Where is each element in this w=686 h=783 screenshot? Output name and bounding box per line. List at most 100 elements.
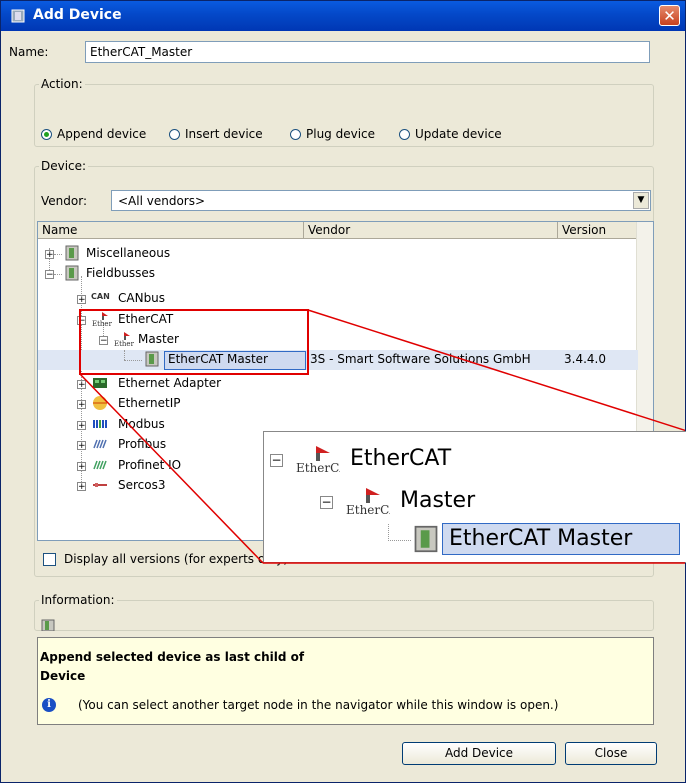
- device-icon: [65, 265, 79, 281]
- display-all-versions-checkbox[interactable]: [43, 552, 56, 566]
- tree-item-label: Master: [138, 332, 179, 346]
- tree-item-version: 3.4.4.0: [564, 352, 606, 366]
- device-icon: [414, 525, 438, 553]
- info-line1: Append selected device as last child of: [40, 650, 305, 664]
- expand-icon[interactable]: +: [77, 421, 86, 431]
- svg-text:EtherCAT: EtherCAT: [92, 320, 112, 327]
- chevron-down-icon[interactable]: ▼: [633, 192, 649, 209]
- zoom-callout: − EtherCAT EtherCAT − EtherCAT Master Et…: [263, 431, 686, 563]
- device-icon: [11, 9, 25, 23]
- expand-icon[interactable]: +: [77, 400, 86, 410]
- zoom-row-ethercat: − EtherCAT EtherCAT: [266, 444, 686, 474]
- tree-item-label: Profinet IO: [118, 458, 182, 472]
- tree-item-ethercat[interactable]: − EtherCAT EtherCAT: [38, 310, 638, 330]
- svg-text:EtherCAT: EtherCAT: [346, 503, 390, 516]
- tree-item-ethernetip[interactable]: + EthernetIP: [38, 394, 638, 414]
- tree-line: [54, 274, 62, 275]
- tree-item-label: Ethernet Adapter: [118, 376, 222, 390]
- radio-append-device[interactable]: Append device: [41, 127, 146, 141]
- ethercat-icon: EtherCAT: [346, 488, 390, 516]
- tree-item-label: EtherCAT Master: [168, 352, 268, 366]
- expand-icon[interactable]: +: [77, 295, 86, 305]
- column-header-version[interactable]: Version: [558, 222, 639, 239]
- name-field[interactable]: EtherCAT_Master: [85, 41, 650, 63]
- profibus-icon: [93, 439, 107, 449]
- tree-line: [388, 524, 411, 541]
- ethercat-icon: EtherCAT: [296, 446, 340, 474]
- svg-text:EtherCAT: EtherCAT: [296, 461, 340, 474]
- display-all-versions-label: Display all versions (for experts only): [64, 552, 288, 566]
- tree-item-label: Profibus: [118, 437, 167, 451]
- window-title: Add Device: [33, 7, 122, 23]
- radio-button[interactable]: [290, 128, 301, 140]
- ethernet-adapter-icon: [93, 378, 107, 388]
- vendor-dropdown[interactable]: <All vendors> ▼: [111, 190, 651, 211]
- tree-item-label: Sercos3: [118, 478, 166, 492]
- info-icon: i: [42, 698, 56, 712]
- collapse-icon: −: [270, 453, 283, 467]
- column-header-name[interactable]: Name: [38, 222, 304, 239]
- expand-icon[interactable]: +: [77, 380, 86, 390]
- tree-item-label: EtherCAT: [118, 312, 174, 326]
- info-hint: (You can select another target node in t…: [78, 698, 559, 712]
- radio-insert-device[interactable]: Insert device: [169, 127, 263, 141]
- sercos-icon: [93, 483, 107, 487]
- zoom-row-master: − EtherCAT Master: [316, 486, 686, 516]
- radio-label: Plug device: [306, 127, 376, 141]
- info-panel: Append selected device as last child of …: [37, 637, 654, 725]
- collapse-icon[interactable]: −: [45, 270, 54, 280]
- expand-icon[interactable]: +: [45, 250, 54, 260]
- radio-button[interactable]: [41, 128, 52, 140]
- tree-item-label: EthernetIP: [118, 396, 181, 410]
- tree-item-ethercat-master[interactable]: EtherCAT Master 3S - Smart Software Solu…: [38, 350, 638, 370]
- tree-item-canbus[interactable]: + CAN CANbus: [38, 289, 638, 309]
- tree-item-fieldbusses[interactable]: − Fieldbusses: [38, 264, 638, 284]
- radio-plug-device[interactable]: Plug device: [290, 127, 375, 141]
- radio-label: Insert device: [185, 127, 263, 141]
- collapse-icon[interactable]: −: [99, 336, 108, 346]
- tree-item-master[interactable]: − EtherCAT Master: [38, 330, 638, 350]
- ethercat-icon: EtherCAT: [114, 332, 134, 347]
- collapse-icon: −: [320, 495, 333, 509]
- add-device-button[interactable]: Add Device: [402, 742, 556, 765]
- radio-button[interactable]: [399, 128, 410, 140]
- ethercat-icon: EtherCAT: [92, 312, 112, 327]
- collapse-icon[interactable]: −: [77, 316, 86, 326]
- tree-item-ethernet-adapter[interactable]: + Ethernet Adapter: [38, 374, 638, 394]
- vendor-value: <All vendors>: [118, 194, 206, 208]
- action-legend: Action:: [41, 77, 83, 91]
- add-device-dialog: Add Device ✕ Name: EtherCAT_Master Actio…: [0, 0, 686, 783]
- expand-icon[interactable]: +: [77, 462, 86, 472]
- title-bar[interactable]: Add Device ✕: [1, 1, 685, 31]
- tree-item-vendor: 3S - Smart Software Solutions GmbH: [310, 352, 531, 366]
- tree-item-label: Fieldbusses: [86, 266, 156, 280]
- info-line2: Device: [40, 669, 86, 683]
- close-icon[interactable]: ✕: [659, 5, 680, 26]
- tree-item-miscellaneous[interactable]: + Miscellaneous: [38, 244, 638, 264]
- tree-item-label: CANbus: [118, 291, 166, 305]
- can-icon: CAN: [91, 292, 110, 301]
- close-button[interactable]: Close: [565, 742, 657, 765]
- name-label: Name:: [9, 45, 49, 59]
- vendor-label: Vendor:: [41, 194, 87, 208]
- device-icon: [145, 351, 159, 367]
- zoom-label: EtherCAT: [350, 446, 452, 471]
- tree-line: [124, 350, 125, 360]
- radio-button[interactable]: [169, 128, 180, 140]
- device-icon: [65, 245, 79, 261]
- radio-label: Update device: [415, 127, 502, 141]
- column-header-vendor[interactable]: Vendor: [304, 222, 558, 239]
- svg-text:EtherCAT: EtherCAT: [114, 340, 134, 347]
- tree-line: [54, 254, 62, 255]
- information-group: Information:: [34, 593, 654, 631]
- device-icon: [41, 619, 55, 631]
- zoom-label: EtherCAT Master: [449, 526, 633, 551]
- tree-item-label: Modbus: [118, 417, 165, 431]
- expand-icon[interactable]: +: [77, 441, 86, 451]
- display-all-versions[interactable]: Display all versions (for experts only): [43, 552, 288, 566]
- modbus-icon: [93, 420, 107, 428]
- expand-icon[interactable]: +: [77, 482, 86, 492]
- information-legend: Information:: [41, 593, 115, 607]
- radio-update-device[interactable]: Update device: [399, 127, 502, 141]
- tree-item-label: Miscellaneous: [86, 246, 171, 260]
